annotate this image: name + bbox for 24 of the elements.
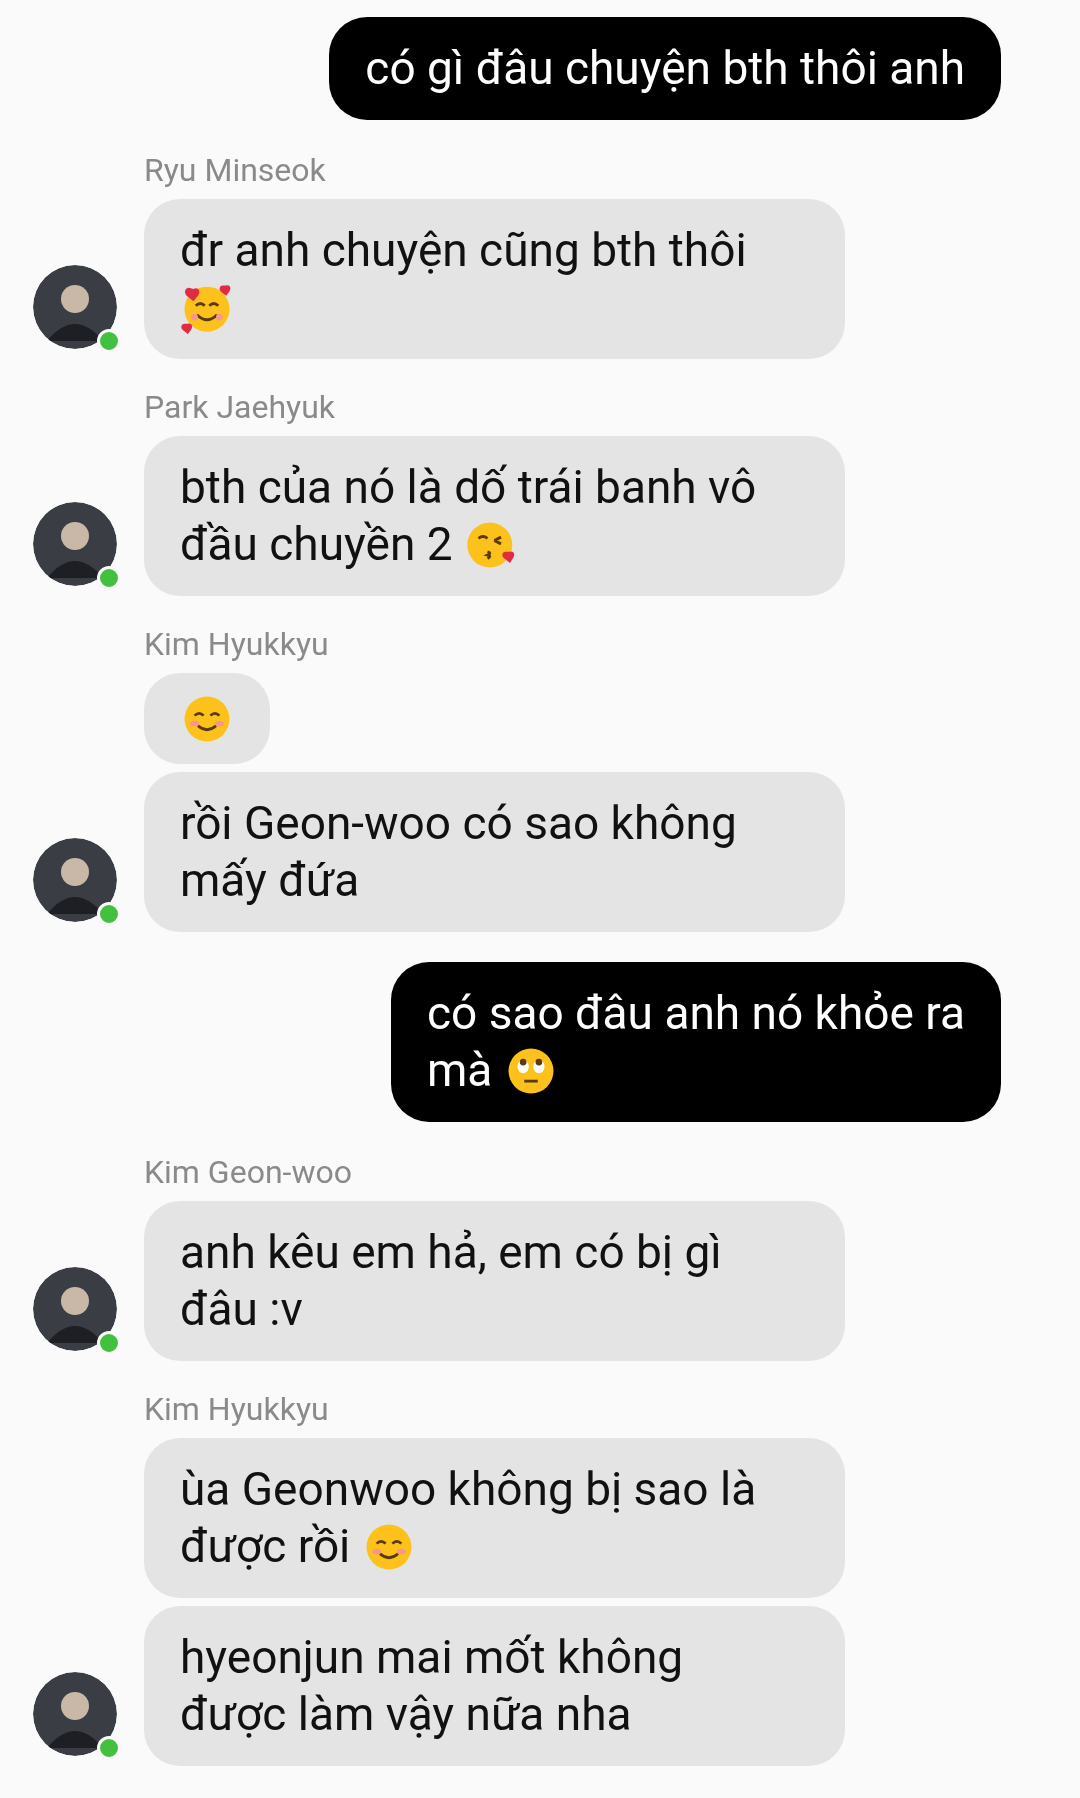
message-text: mà	[426, 1042, 493, 1099]
sender-name: Park Jaehyuk	[144, 389, 336, 425]
message-text: bth của nó là dố trái banh vô	[180, 459, 757, 516]
message-text: rồi Geon-woo có sao không	[180, 795, 737, 852]
avatar[interactable]	[33, 1672, 117, 1756]
message-text: đâu :v	[180, 1281, 303, 1338]
avatar[interactable]	[33, 838, 117, 922]
sender-name: Ryu Minseok	[144, 152, 326, 188]
sender-name: Kim Hyukkyu	[144, 626, 329, 662]
message-text: đr anh chuyện cũng bth thôi	[180, 222, 747, 279]
message-text: hyeonjun mai mốt không	[180, 1629, 684, 1686]
message-text: ùa Geonwoo không bị sao là	[180, 1461, 757, 1518]
sender-name: Kim Geon-woo	[144, 1154, 352, 1190]
message-text: có gì đâu chuyện bth thôi anh	[365, 40, 965, 97]
message-text: được làm vậy nữa nha	[180, 1686, 632, 1743]
avatar[interactable]	[33, 502, 117, 586]
message-text: có sao đâu anh nó khỏe ra	[426, 985, 965, 1042]
message-text: mấy đứa	[180, 852, 360, 909]
sender-name: Kim Hyukkyu	[144, 1391, 329, 1427]
message-text: được rồi	[180, 1518, 351, 1575]
message-text: anh kêu em hả, em có bị gì	[180, 1224, 722, 1281]
avatar[interactable]	[33, 1267, 117, 1351]
message-text: đầu chuyền 2	[180, 516, 453, 573]
avatar[interactable]	[33, 265, 117, 349]
